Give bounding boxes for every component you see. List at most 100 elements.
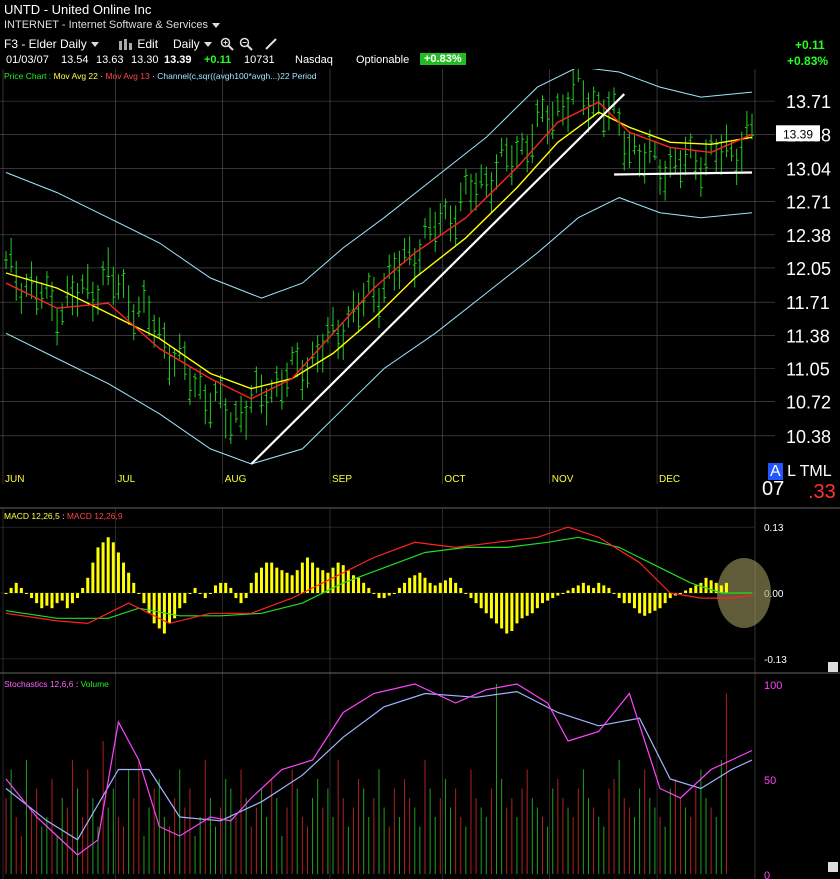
- chevron-down-icon: [90, 42, 99, 48]
- macd-hist-bar: [541, 593, 545, 604]
- status-bottom-right: .33: [808, 481, 836, 503]
- macd-hist-bar: [244, 593, 248, 599]
- draw-line-icon[interactable]: [264, 37, 278, 51]
- macd-hist-bar: [689, 587, 693, 593]
- macd-hist-bar: [362, 582, 366, 593]
- macd-hist-bar: [127, 572, 131, 593]
- chevron-down-icon: [203, 42, 212, 48]
- macd-hist-bar: [351, 575, 355, 593]
- macd-hist-bar: [193, 587, 197, 593]
- macd-hist-bar: [198, 593, 202, 594]
- macd-hist-bar: [132, 582, 136, 593]
- macd-hist-bar: [530, 593, 534, 614]
- macd-hist-bar: [489, 593, 493, 619]
- macd-hist-bar: [81, 587, 85, 593]
- stochastics-chart[interactable]: 100 50 0: [0, 674, 840, 879]
- macd-hist-bar: [259, 567, 263, 593]
- macd-hist-bar: [55, 593, 59, 604]
- macd-hist-bar: [535, 593, 539, 609]
- macd-hist-bar: [413, 575, 417, 593]
- macd-hist-bar: [392, 593, 396, 594]
- y-tick-label: 0.13: [764, 523, 784, 534]
- chevron-down-icon: [211, 22, 220, 28]
- macd-hist-bar: [24, 593, 28, 594]
- macd-hist-bar: [300, 562, 304, 593]
- macd-hist-bar: [382, 593, 386, 599]
- macd-hist-bar: [111, 542, 115, 593]
- industry-dropdown[interactable]: INTERNET - Internet Software & Services: [4, 19, 220, 31]
- macd-hist-bar: [454, 582, 458, 593]
- macd-hist-bar: [500, 593, 504, 629]
- macd-hist-bar: [152, 593, 156, 624]
- trendline: [614, 171, 753, 176]
- macd-hist-bar: [219, 582, 223, 593]
- macd-hist-bar: [336, 562, 340, 593]
- macd-hist-bar: [627, 593, 631, 604]
- macd-hist-bar: [40, 593, 44, 609]
- macd-hist-bar: [607, 587, 611, 593]
- quote-change: +0.11: [204, 54, 232, 66]
- macd-hist-bar: [341, 565, 345, 593]
- zoom-out-icon[interactable]: [239, 37, 253, 51]
- macd-hist-bar: [653, 593, 657, 611]
- macd-chart[interactable]: 0.130.00-0.13: [0, 509, 840, 674]
- macd-hist-bar: [597, 582, 601, 593]
- macd-hist-bar: [14, 582, 18, 593]
- macd-hist-bar: [495, 593, 499, 624]
- macd-hist-bar: [632, 593, 636, 609]
- macd-hist-bar: [643, 593, 647, 616]
- macd-hist-bar: [270, 562, 274, 593]
- ma22-line: [5, 111, 753, 390]
- macd-hist-bar: [357, 577, 361, 593]
- edit-button[interactable]: Edit: [118, 37, 158, 51]
- macd-hist-bar: [428, 582, 432, 593]
- macd-hist-bar: [60, 593, 64, 601]
- macd-hist-bar: [45, 593, 49, 606]
- quote-low: 13.30: [131, 54, 159, 66]
- price-chart[interactable]: 13.7113.3813.0412.7112.3812.0511.7111.38…: [0, 69, 840, 509]
- y-tick-label: 12.05: [786, 259, 831, 279]
- macd-hist-bar: [122, 562, 126, 593]
- macd-hist-bar: [86, 577, 90, 593]
- x-tick-label: NOV: [552, 474, 574, 485]
- y-tick-label: 13.71: [786, 92, 831, 112]
- macd-hist-bar: [331, 567, 335, 593]
- y-tick-label: 12.71: [786, 193, 831, 213]
- macd-hist-bar: [50, 593, 54, 609]
- x-tick-label: JUN: [5, 474, 24, 485]
- macd-hist-bar: [265, 562, 269, 593]
- macd-hist-bar: [188, 593, 192, 594]
- symbol-title[interactable]: UNTD - United Online Inc: [4, 2, 151, 17]
- panel-toggle-icon: [828, 862, 838, 872]
- y-tick-label: 0: [764, 870, 770, 879]
- macd-hist-bar: [316, 567, 320, 593]
- macd-hist-bar: [694, 585, 698, 593]
- macd-hist-bar: [96, 547, 100, 593]
- macd-hist-bar: [684, 590, 688, 593]
- macd-hist-bar: [443, 580, 447, 593]
- quote-close: 13.39: [164, 54, 192, 66]
- macd-hist-bar: [30, 593, 34, 599]
- zoom-in-icon[interactable]: [220, 37, 234, 51]
- macd-hist-bar: [586, 585, 590, 593]
- macd-hist-bar: [116, 552, 120, 593]
- y-tick-label: 100: [764, 680, 782, 692]
- status-t: T: [799, 463, 810, 480]
- chart-header: UNTD - United Online Inc INTERNET - Inte…: [0, 0, 840, 81]
- period-dropdown[interactable]: Daily: [173, 37, 212, 51]
- macd-hist-bar: [510, 593, 514, 631]
- macd-hist-bar: [561, 593, 565, 594]
- layout-dropdown[interactable]: F3 - Elder Daily: [4, 37, 99, 51]
- layout-label: F3 - Elder Daily: [4, 37, 87, 51]
- quote-optionable: Optionable: [356, 54, 410, 66]
- pct-change-badge: +0.83%: [420, 53, 466, 65]
- y-tick-label: 11.05: [786, 360, 830, 380]
- macd-hist-bar: [546, 593, 550, 601]
- right-pct: +0.83%: [787, 54, 829, 68]
- macd-hist-bar: [285, 572, 289, 593]
- macd-hist-bar: [321, 570, 325, 593]
- macd-hist-bar: [418, 572, 422, 593]
- macd-hist-bar: [602, 585, 606, 593]
- y-tick-label: 10.72: [786, 393, 831, 413]
- macd-hist-bar: [556, 593, 560, 596]
